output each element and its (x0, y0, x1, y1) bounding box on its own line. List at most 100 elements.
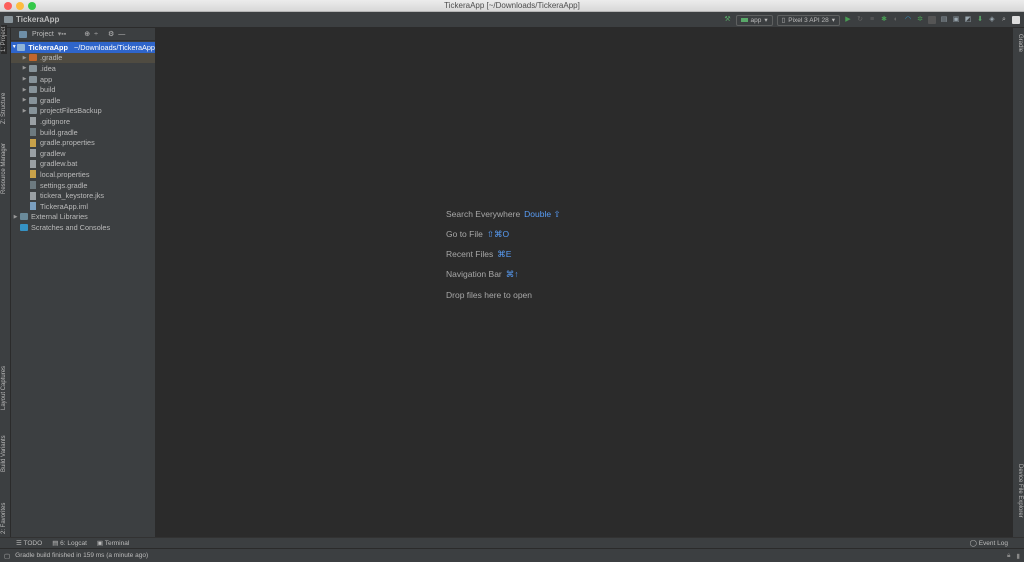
coverage-icon[interactable]: ◐ (892, 16, 900, 24)
hint-search-everywhere: Search Everywhere Double ⇧ (446, 209, 561, 220)
navigation-bar: TickeraApp ⚒ app ▾ ▯ Pixel 3 API 28 ▾ ▶ ↻ ≡… (0, 12, 1024, 28)
tree-item[interactable]: ▶ .gradle (11, 52, 155, 64)
tree-item[interactable]: tickera_keystore.jks (11, 190, 155, 201)
stop-icon[interactable] (928, 16, 936, 24)
root-path: ~/Downloads/TickeraApp (73, 42, 155, 52)
avatar[interactable] (1012, 16, 1020, 24)
hammer-build-icon[interactable]: ⚒ (724, 16, 732, 24)
toggle-tool-windows-icon[interactable]: ▢ (4, 552, 10, 560)
tree-item-label: gradlew (40, 148, 66, 158)
collapse-all-icon[interactable]: ÷ (94, 31, 98, 38)
hint-label: Go to File (446, 229, 483, 239)
tree-root[interactable]: ▼ TickeraApp ~/Downloads/TickeraApp (11, 42, 155, 53)
tab-logcat[interactable]: ▤ 6: Logcat (52, 539, 87, 547)
tab-todo[interactable]: ☰ TODO (16, 539, 42, 547)
project-structure-icon[interactable]: ▤ (940, 16, 948, 24)
tree-item-label: gradle (40, 95, 61, 105)
gradle-file-icon (30, 128, 36, 137)
attach-debugger-icon[interactable]: ✲ (916, 16, 924, 24)
apply-changes-icon[interactable]: ↻ (856, 16, 864, 24)
run-config-select[interactable]: app ▾ (735, 14, 773, 26)
expand-arrow-icon[interactable]: ▶ (11, 214, 20, 220)
avd-manager-icon[interactable]: ◩ (964, 16, 972, 24)
tree-item[interactable]: gradlew.bat (11, 159, 155, 170)
tab-device-file-explorer[interactable]: Device File Explorer (1017, 464, 1023, 518)
tree-item[interactable]: local.properties (11, 169, 155, 180)
tree-item[interactable]: build.gradle (11, 127, 155, 138)
tree-item-label: app (40, 74, 53, 84)
iml-file-icon (30, 202, 36, 211)
gear-icon[interactable]: ⚙ (108, 30, 114, 38)
tree-item[interactable]: ▶ gradle (11, 95, 155, 106)
event-log-label: Event Log (978, 540, 1008, 547)
device-select[interactable]: ▯ Pixel 3 API 28 ▾ (776, 14, 840, 26)
tree-item-label: local.properties (40, 169, 90, 179)
locate-icon[interactable]: ⊕ (84, 30, 90, 38)
sync-gradle-icon[interactable]: ▣ (952, 16, 960, 24)
view-options-icon[interactable]: ▾▪▪ (58, 30, 66, 38)
tab-layout-captures[interactable]: Layout Captures (1, 366, 7, 410)
tree-item[interactable]: TickeraApp.iml (11, 201, 155, 212)
tree-item-label: .idea (40, 63, 56, 73)
expand-arrow-icon[interactable]: ▶ (20, 55, 29, 61)
tree-item[interactable]: ▶ .idea (11, 63, 155, 74)
project-tree: ▼ TickeraApp ~/Downloads/TickeraApp ▶ .grad… (11, 42, 155, 233)
window-title: TickeraApp [~/Downloads/TickeraApp] (444, 1, 580, 10)
file-file-icon (30, 191, 36, 200)
tab-favorites[interactable]: 2: Favorites (1, 503, 7, 534)
editor-empty-area[interactable]: Search Everywhere Double ⇧ Go to File ⇧⌘O … (156, 28, 1012, 537)
tree-item[interactable]: ▶ build (11, 84, 155, 95)
tab-project[interactable]: 1: Project (1, 24, 7, 54)
search-icon[interactable]: ⌕ (1000, 16, 1008, 24)
run-icon[interactable]: ▶ (844, 16, 852, 24)
nav-project[interactable]: TickeraApp (4, 15, 59, 24)
memory-indicator-icon[interactable]: ▮ (1016, 552, 1020, 560)
folder-icon (29, 86, 37, 94)
tab-structure[interactable]: Z: Structure (1, 93, 7, 124)
tree-item[interactable]: gradlew (11, 148, 155, 159)
logcat-label: 6: Logcat (60, 540, 87, 547)
project-view-select[interactable]: Project (32, 31, 54, 38)
hint-navigation-bar: Navigation Bar ⌘↑ (446, 269, 519, 280)
tree-item[interactable]: settings.gradle (11, 180, 155, 191)
hint-shortcut: ⌘↑ (505, 269, 519, 279)
tree-scratches[interactable]: Scratches and Consoles (11, 222, 155, 233)
tab-terminal[interactable]: ▣ Terminal (97, 539, 129, 547)
tab-event-log[interactable]: ◯ Event Log (970, 539, 1008, 547)
expand-arrow-icon[interactable]: ▶ (20, 97, 29, 103)
tab-resource-manager[interactable]: Resource Manager (1, 143, 7, 194)
hint-go-to-file: Go to File ⇧⌘O (446, 229, 509, 240)
expand-arrow-icon[interactable]: ▶ (20, 65, 29, 71)
hint-shortcut: ⌘E (497, 249, 512, 259)
project-panel: Project ▾▪▪ ⊕ ÷ ⚙ — ▼ TickeraApp ~/Downloa… (11, 28, 156, 537)
lock-icon[interactable]: 🔒︎ (1007, 552, 1010, 560)
module-folder-icon (17, 43, 26, 51)
tree-item-label: tickera_keystore.jks (40, 191, 105, 201)
tab-gradle[interactable]: Gradle (1017, 34, 1023, 52)
expand-arrow-icon[interactable]: ▶ (20, 76, 29, 82)
tree-item[interactable]: ▶ app (11, 74, 155, 85)
phone-icon: ▯ (781, 17, 786, 24)
hint-label: Search Everywhere (446, 209, 521, 219)
hide-panel-icon[interactable]: — (118, 31, 125, 38)
window-title-bar: TickeraApp [~/Downloads/TickeraApp] (0, 0, 1024, 12)
tree-item[interactable]: ▶ projectFilesBackup (11, 106, 155, 117)
layout-inspector-icon[interactable]: ◈ (988, 16, 996, 24)
chevron-down-icon: ▾ (764, 17, 768, 24)
hint-shortcut: ⇧⌘O (486, 229, 510, 239)
expand-arrow-icon[interactable]: ▶ (20, 87, 29, 93)
debug-icon[interactable]: ✱ (880, 16, 888, 24)
sdk-manager-icon[interactable]: ⬇ (976, 16, 984, 24)
tab-build-variants[interactable]: Build Variants (1, 435, 7, 472)
tree-external-libraries[interactable]: ▶ External Libraries (11, 212, 155, 223)
project-panel-header: Project ▾▪▪ ⊕ ÷ ⚙ — (11, 28, 155, 41)
file-file-icon (30, 117, 36, 126)
tree-item[interactable]: gradle.properties (11, 137, 155, 148)
tree-item[interactable]: .gitignore (11, 116, 155, 127)
profile-icon[interactable]: ◠ (904, 16, 912, 24)
external-libraries-label: External Libraries (31, 212, 88, 222)
properties-file-icon (30, 170, 36, 179)
apply-code-changes-icon[interactable]: ≡ (868, 16, 876, 24)
hint-drop-files: Drop files here to open (446, 290, 532, 300)
expand-arrow-icon[interactable]: ▶ (20, 108, 29, 114)
